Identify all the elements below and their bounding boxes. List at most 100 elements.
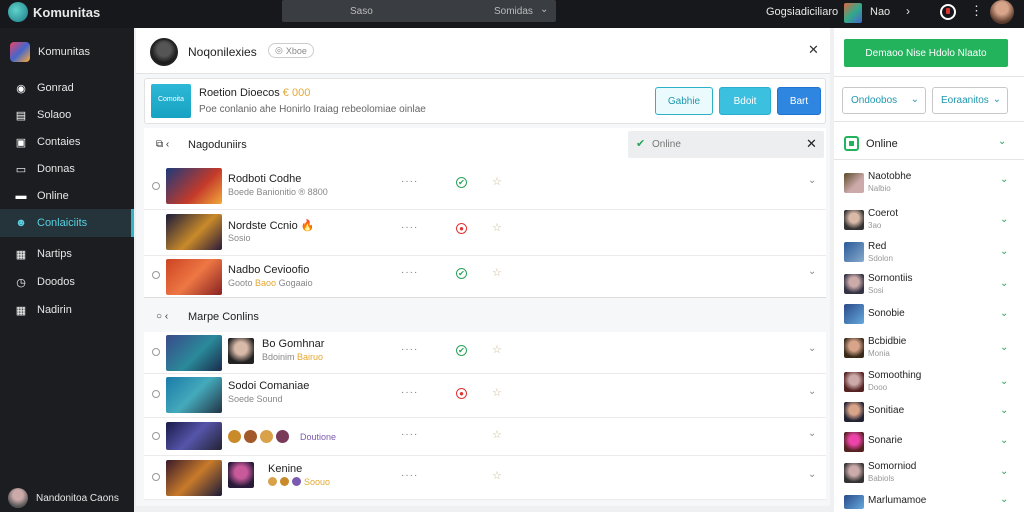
row-dots: ···· xyxy=(401,470,419,481)
friend-item[interactable]: Marlumamoe ⌄ xyxy=(842,491,1014,512)
top-user-name[interactable]: Gogsiadiciliaro xyxy=(766,6,838,18)
row-sub-c: Gogaaio xyxy=(278,278,313,288)
chevron-down-icon[interactable]: ⌄ xyxy=(1000,174,1008,185)
friend-item[interactable]: Coerot 3ao ⌄ xyxy=(842,205,1014,235)
chevron-down-icon[interactable]: ⌄ xyxy=(1000,342,1008,353)
star-icon[interactable]: ☆ xyxy=(492,469,502,482)
chevron-down-icon[interactable]: ⌄ xyxy=(1000,278,1008,289)
top-mode-label[interactable]: Nao xyxy=(870,6,890,18)
friend-item[interactable]: Sonitiae ⌄ xyxy=(842,400,1014,430)
game-thumbnail xyxy=(166,377,222,413)
chevron-down-icon[interactable]: ⌄ xyxy=(808,428,816,439)
friend-status: Babiols xyxy=(868,474,895,483)
search-bar[interactable]: Saso Somidas ⌄ xyxy=(282,0,556,22)
primary-cta-button[interactable]: Demaoo Nise Hdolo Nlaato xyxy=(844,39,1008,67)
row-checkbox[interactable] xyxy=(152,432,160,440)
chevron-down-icon[interactable]: ⌄ xyxy=(1000,405,1008,416)
star-icon[interactable]: ☆ xyxy=(492,343,502,356)
friend-item[interactable]: Red Sdolon ⌄ xyxy=(842,239,1014,269)
row-checkbox[interactable] xyxy=(152,473,160,481)
search-scope[interactable]: Somidas xyxy=(494,6,533,17)
game-thumbnail xyxy=(166,422,222,450)
game-thumbnail-icon[interactable] xyxy=(844,3,862,23)
friend-item[interactable]: Somoothing Dooo ⌄ xyxy=(842,370,1014,400)
chevron-down-icon[interactable]: ⌄ xyxy=(1000,494,1008,505)
chevron-right-icon[interactable]: › xyxy=(906,4,910,18)
chevron-down-icon[interactable]: ⌄ xyxy=(540,4,548,15)
sidebar-title[interactable]: Komunitas xyxy=(10,42,90,62)
star-icon[interactable]: ☆ xyxy=(492,175,502,188)
friend-name: Coerot xyxy=(868,208,899,219)
close-icon[interactable]: ✕ xyxy=(808,42,819,58)
row-checkbox[interactable] xyxy=(152,271,160,279)
friend-item[interactable]: Somorniod Babiols ⌄ xyxy=(842,460,1014,490)
user-avatar[interactable] xyxy=(990,0,1014,24)
sidebar-item-gonrad[interactable]: ◉ Gonrad xyxy=(0,74,134,102)
event-teal-button[interactable]: Bdoit xyxy=(719,87,771,115)
chevron-down-icon[interactable]: ⌄ xyxy=(808,469,816,480)
chevron-down-icon[interactable]: ⌄ xyxy=(1000,376,1008,387)
close-icon[interactable]: ✕ xyxy=(806,136,817,152)
chevron-down-icon[interactable]: ⌄ xyxy=(1000,308,1008,319)
chevron-down-icon[interactable]: ⌄ xyxy=(1000,214,1008,225)
chevron-down-icon[interactable]: ⌄ xyxy=(808,386,816,397)
chevron-down-icon[interactable]: ⌄ xyxy=(1000,246,1008,257)
table-row[interactable]: Nadbo Cevioofio Gooto Baoo Gogaaio ···· … xyxy=(144,256,826,298)
friend-item[interactable]: Sornontiis Sosi ⌄ xyxy=(842,271,1014,301)
chevron-down-icon[interactable]: ⌄ xyxy=(1000,435,1008,446)
chevron-down-icon[interactable]: ⌄ xyxy=(808,266,816,277)
star-icon[interactable]: ☆ xyxy=(492,221,502,234)
group-collapse-icon[interactable]: ⧉ ‹ xyxy=(156,139,169,150)
chevron-down-icon: ⌄ xyxy=(910,94,919,105)
sidebar-item-donnas[interactable]: ▭ Donnas xyxy=(0,155,134,183)
sidebar-item-online[interactable]: ▬ Online xyxy=(0,182,134,210)
friend-item[interactable]: Sonarie ⌄ xyxy=(842,430,1014,460)
sidebar-item-nadirin[interactable]: ▦ Nadirin xyxy=(0,296,134,324)
row-checkbox[interactable] xyxy=(152,390,160,398)
sidebar-item-contaies[interactable]: ▣ Contaies xyxy=(0,128,134,156)
friend-item[interactable]: Naotobhe Nalbio ⌄ xyxy=(842,168,1014,198)
table-row[interactable]: Rodboti Codhe Boede Banionitio ® 8800 ··… xyxy=(144,162,826,210)
table-row[interactable]: Sodoi Comaniae Soede Sound ···· ● ☆ ⌄ xyxy=(144,374,826,418)
row-dots: ···· xyxy=(401,344,419,355)
table-row[interactable]: Doutione ···· ☆ ⌄ xyxy=(144,418,826,456)
row-sub-b: Bairuo xyxy=(297,352,324,362)
chevron-down-icon[interactable]: ⌄ xyxy=(808,343,816,354)
book-icon: ▤ xyxy=(15,109,27,122)
filter-select-1[interactable]: Ondoobos ⌄ xyxy=(842,87,926,114)
table-row[interactable]: Kenine Soouo ···· ☆ ⌄ xyxy=(144,456,826,500)
online-section-header[interactable]: Online ⌄ xyxy=(834,128,1024,160)
row-checkbox[interactable] xyxy=(152,348,160,356)
chevron-down-icon[interactable]: ⌄ xyxy=(1000,466,1008,477)
group-collapse-icon[interactable]: ○ ‹ xyxy=(156,311,168,322)
sidebar-item-label: Nadirin xyxy=(37,304,72,316)
sidebar-item-nartips[interactable]: ▦ Nartips xyxy=(0,240,134,268)
sidebar-item-conlaiciits[interactable]: ☻ Conlaiciits xyxy=(0,209,134,237)
sidebar-footer-user[interactable]: Nandonitoa Caons xyxy=(8,488,119,508)
top-bar: Komunitas Saso Somidas ⌄ Gogsiadiciliaro… xyxy=(0,0,1024,28)
star-icon[interactable]: ☆ xyxy=(492,266,502,279)
sidebar-item-doodos[interactable]: ◷ Doodos xyxy=(0,268,134,296)
row-checkbox[interactable] xyxy=(152,182,160,190)
friend-item[interactable]: Sonobie ⌄ xyxy=(842,303,1014,333)
notification-icon[interactable] xyxy=(940,4,956,20)
star-icon[interactable]: ☆ xyxy=(492,428,502,441)
group-header-2[interactable]: ○ ‹ Marpe Conlins xyxy=(144,300,826,334)
table-row[interactable]: Nordste Ccnio 🔥 Sosio ···· ● ☆ xyxy=(144,210,826,256)
filter-select-2[interactable]: Eoraanitos ⌄ xyxy=(932,87,1008,114)
grid-icon: ▦ xyxy=(15,304,27,317)
table-row[interactable]: Bo Gomhnar Bdoinim Bairuo ···· ✔ ☆ ⌄ xyxy=(144,332,826,374)
sidebar-item-solaoo[interactable]: ▤ Solaoo xyxy=(0,101,134,129)
brand[interactable]: Komunitas xyxy=(8,2,100,22)
header-badge[interactable]: ◎ Xboe xyxy=(268,43,314,58)
online-filter[interactable]: ✔ Online ✕ xyxy=(628,131,824,158)
friend-item[interactable]: Bcbidbie Monia ⌄ xyxy=(842,336,1014,366)
event-blue-button[interactable]: Bart xyxy=(777,87,821,115)
more-icon[interactable]: ⋮ xyxy=(970,3,983,19)
event-outline-button[interactable]: Gabhie xyxy=(655,87,713,115)
star-icon[interactable]: ☆ xyxy=(492,386,502,399)
friend-name: Naotobhe xyxy=(868,171,912,182)
group-header-1[interactable]: ⧉ ‹ Nagoduniirs ✔ Online ✕ xyxy=(144,128,826,162)
chevron-down-icon[interactable]: ⌄ xyxy=(808,175,816,186)
chevron-down-icon[interactable]: ⌄ xyxy=(998,136,1006,147)
